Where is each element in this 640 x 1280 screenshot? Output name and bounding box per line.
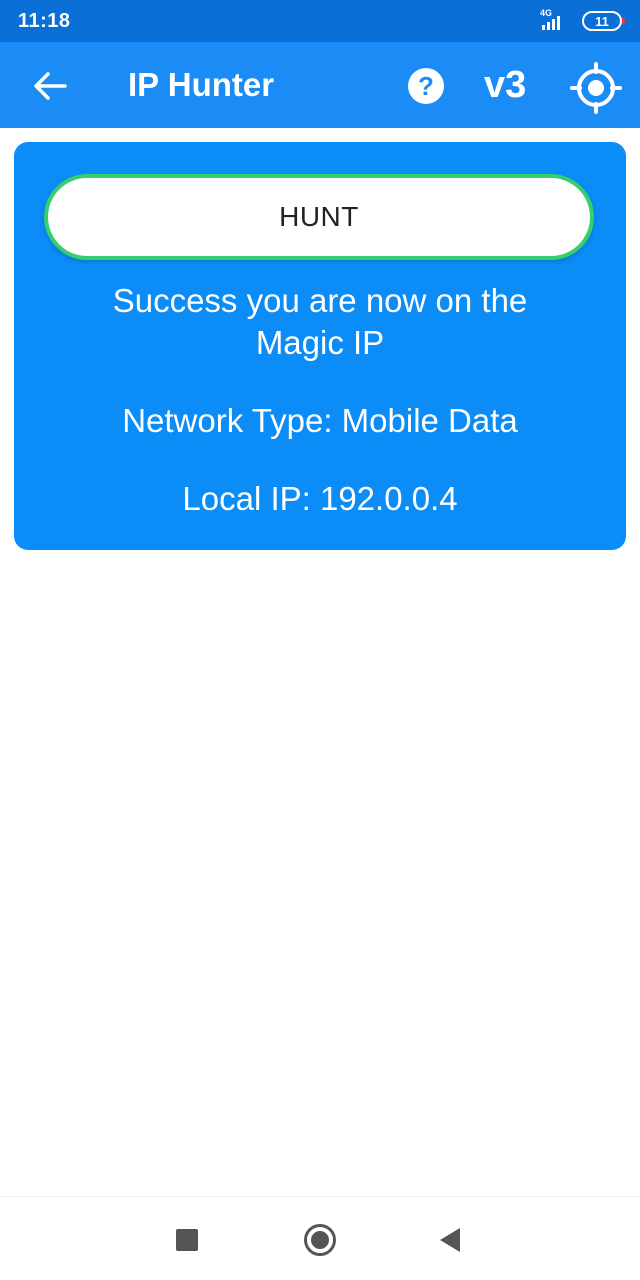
arrow-left-icon bbox=[34, 72, 67, 100]
back-button[interactable] bbox=[28, 64, 72, 108]
status-message: Success you are now on the Magic IP bbox=[112, 282, 528, 361]
signal-icon: 4G bbox=[538, 8, 572, 32]
result-card: HUNT Success you are now on the Magic IP… bbox=[14, 142, 626, 550]
help-button[interactable]: ? bbox=[408, 68, 444, 104]
local-ip-text: Local IP: 192.0.0.4 bbox=[182, 480, 458, 517]
recents-square-icon[interactable] bbox=[176, 1229, 198, 1251]
screen: 11:18 4G 11 IP Hunter ? v3 HUNT Success … bbox=[0, 0, 640, 1280]
status-time: 11:18 bbox=[18, 9, 71, 32]
app-bar: IP Hunter ? v3 bbox=[0, 42, 640, 128]
target-button[interactable] bbox=[570, 62, 622, 114]
app-title: IP Hunter bbox=[128, 66, 275, 103]
version-label: v3 bbox=[484, 64, 527, 106]
network-type-text: Network Type: Mobile Data bbox=[122, 402, 518, 439]
status-bar: 11:18 4G 11 bbox=[0, 0, 640, 42]
back-triangle-icon[interactable] bbox=[440, 1228, 460, 1252]
battery-level: 11 bbox=[595, 13, 609, 29]
system-nav-bar bbox=[0, 1196, 640, 1280]
help-circle-icon: ? bbox=[418, 70, 434, 101]
battery-icon: 11 bbox=[582, 11, 625, 31]
status-icons: 4G 11 bbox=[538, 8, 625, 32]
hunt-button[interactable]: HUNT bbox=[44, 174, 594, 260]
crosshair-target-icon bbox=[570, 62, 622, 114]
home-circle-icon[interactable] bbox=[304, 1224, 336, 1256]
